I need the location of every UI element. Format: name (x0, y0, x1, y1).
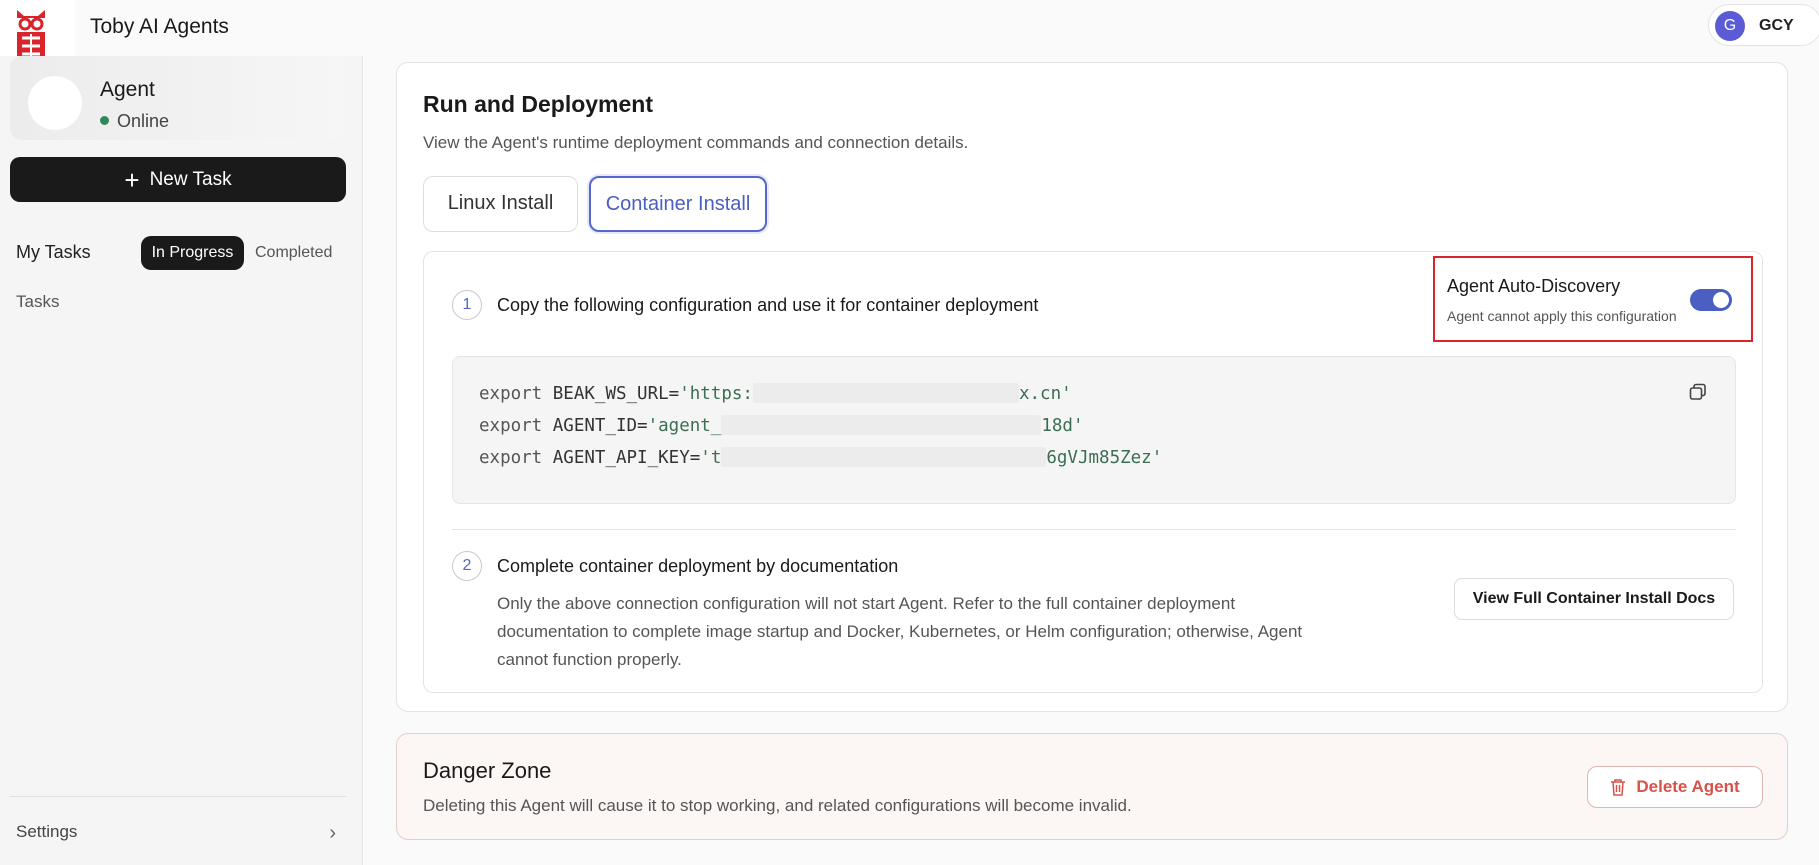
divider (10, 796, 346, 797)
filter-in-progress[interactable]: In Progress (141, 236, 244, 270)
auto-discovery-subtitle: Agent cannot apply this configuration (1447, 308, 1677, 324)
copy-icon[interactable] (1689, 383, 1707, 401)
section-title: Run and Deployment (423, 91, 654, 117)
code-keyword: export (479, 416, 543, 436)
tasks-label: Tasks (16, 292, 60, 311)
code-value-end: 18d' (1041, 416, 1084, 436)
section-description: View the Agent's runtime deployment comm… (423, 133, 969, 152)
plus-icon: + (124, 164, 140, 195)
container-install-panel: 1 Copy the following configuration and u… (423, 251, 1763, 693)
tab-linux-install[interactable]: Linux Install (423, 176, 578, 232)
run-deployment-card: Run and Deployment View the Agent's runt… (396, 62, 1788, 712)
redacted-mask (721, 447, 1047, 467)
code-value-start: 'https: (679, 384, 753, 404)
delete-agent-button[interactable]: Delete Agent (1587, 766, 1763, 808)
code-var: AGENT_ID= (552, 416, 648, 436)
top-bar: Toby AI Agents G GCY (0, 0, 1819, 75)
sidebar-divider (362, 56, 363, 865)
code-value-end: 6gVJm85Zez' (1046, 448, 1163, 468)
user-menu[interactable]: G GCY (1708, 4, 1819, 46)
code-value-end: x.cn' (1018, 384, 1072, 404)
chevron-right-icon: › (329, 822, 336, 844)
agent-avatar (28, 76, 82, 130)
redacted-mask (752, 383, 1019, 403)
code-line: export BEAK_WS_URL='https: x.cn' (479, 383, 1072, 404)
user-avatar: G (1715, 11, 1745, 41)
trash-icon (1611, 779, 1626, 796)
danger-zone-description: Deleting this Agent will cause it to sto… (423, 796, 1132, 815)
code-value-start: 't (700, 448, 722, 468)
agent-card[interactable]: Agent Online (10, 56, 346, 140)
code-var: AGENT_API_KEY= (552, 448, 701, 468)
delete-agent-label: Delete Agent (1636, 777, 1740, 796)
filter-completed[interactable]: Completed (255, 244, 332, 262)
divider (452, 529, 1736, 530)
code-value-start: 'agent_ (647, 416, 722, 436)
step-2-description: Only the above connection configuration … (497, 594, 1303, 669)
code-keyword: export (479, 384, 543, 404)
app-title: Toby AI Agents (90, 15, 229, 38)
agent-status: Online (100, 111, 169, 132)
redacted-mask (721, 415, 1042, 435)
toggle-knob (1713, 292, 1729, 308)
online-status-dot-icon (100, 116, 109, 125)
auto-discovery-box: Agent Auto-Discovery Agent cannot apply … (1433, 256, 1753, 342)
step-2-title: Complete container deployment by documen… (497, 556, 899, 576)
code-line: export AGENT_ID='agent_ 18d' (479, 415, 1084, 436)
code-var: BEAK_WS_URL= (552, 384, 680, 404)
code-keyword: export (479, 448, 543, 468)
step-number: 2 (452, 551, 482, 581)
config-code-block: export BEAK_WS_URL='https: x.cn' export A… (452, 356, 1736, 504)
my-tasks-heading: My Tasks (16, 242, 91, 262)
danger-zone-title: Danger Zone (423, 758, 552, 783)
code-line: export AGENT_API_KEY='t 6gVJm85Zez' (479, 447, 1162, 468)
new-task-button[interactable]: + New Task (10, 157, 346, 202)
step-number: 1 (452, 290, 482, 320)
auto-discovery-title: Agent Auto-Discovery (1447, 276, 1621, 296)
agent-name: Agent (100, 78, 155, 101)
user-name: GCY (1759, 17, 1794, 34)
step-1-title: Copy the following configuration and use… (497, 295, 1039, 315)
danger-zone-card: Danger Zone Deleting this Agent will cau… (396, 733, 1788, 840)
tab-container-install[interactable]: Container Install (589, 176, 767, 232)
settings-label: Settings (16, 822, 78, 841)
new-task-label: New Task (149, 168, 232, 190)
view-docs-button[interactable]: View Full Container Install Docs (1454, 578, 1734, 620)
auto-discovery-toggle[interactable] (1690, 289, 1732, 311)
agent-status-label: Online (117, 111, 170, 131)
settings-item[interactable]: Settings › (16, 822, 336, 848)
sidebar: Agent Online + New Task My Tasks In Prog… (0, 56, 362, 865)
